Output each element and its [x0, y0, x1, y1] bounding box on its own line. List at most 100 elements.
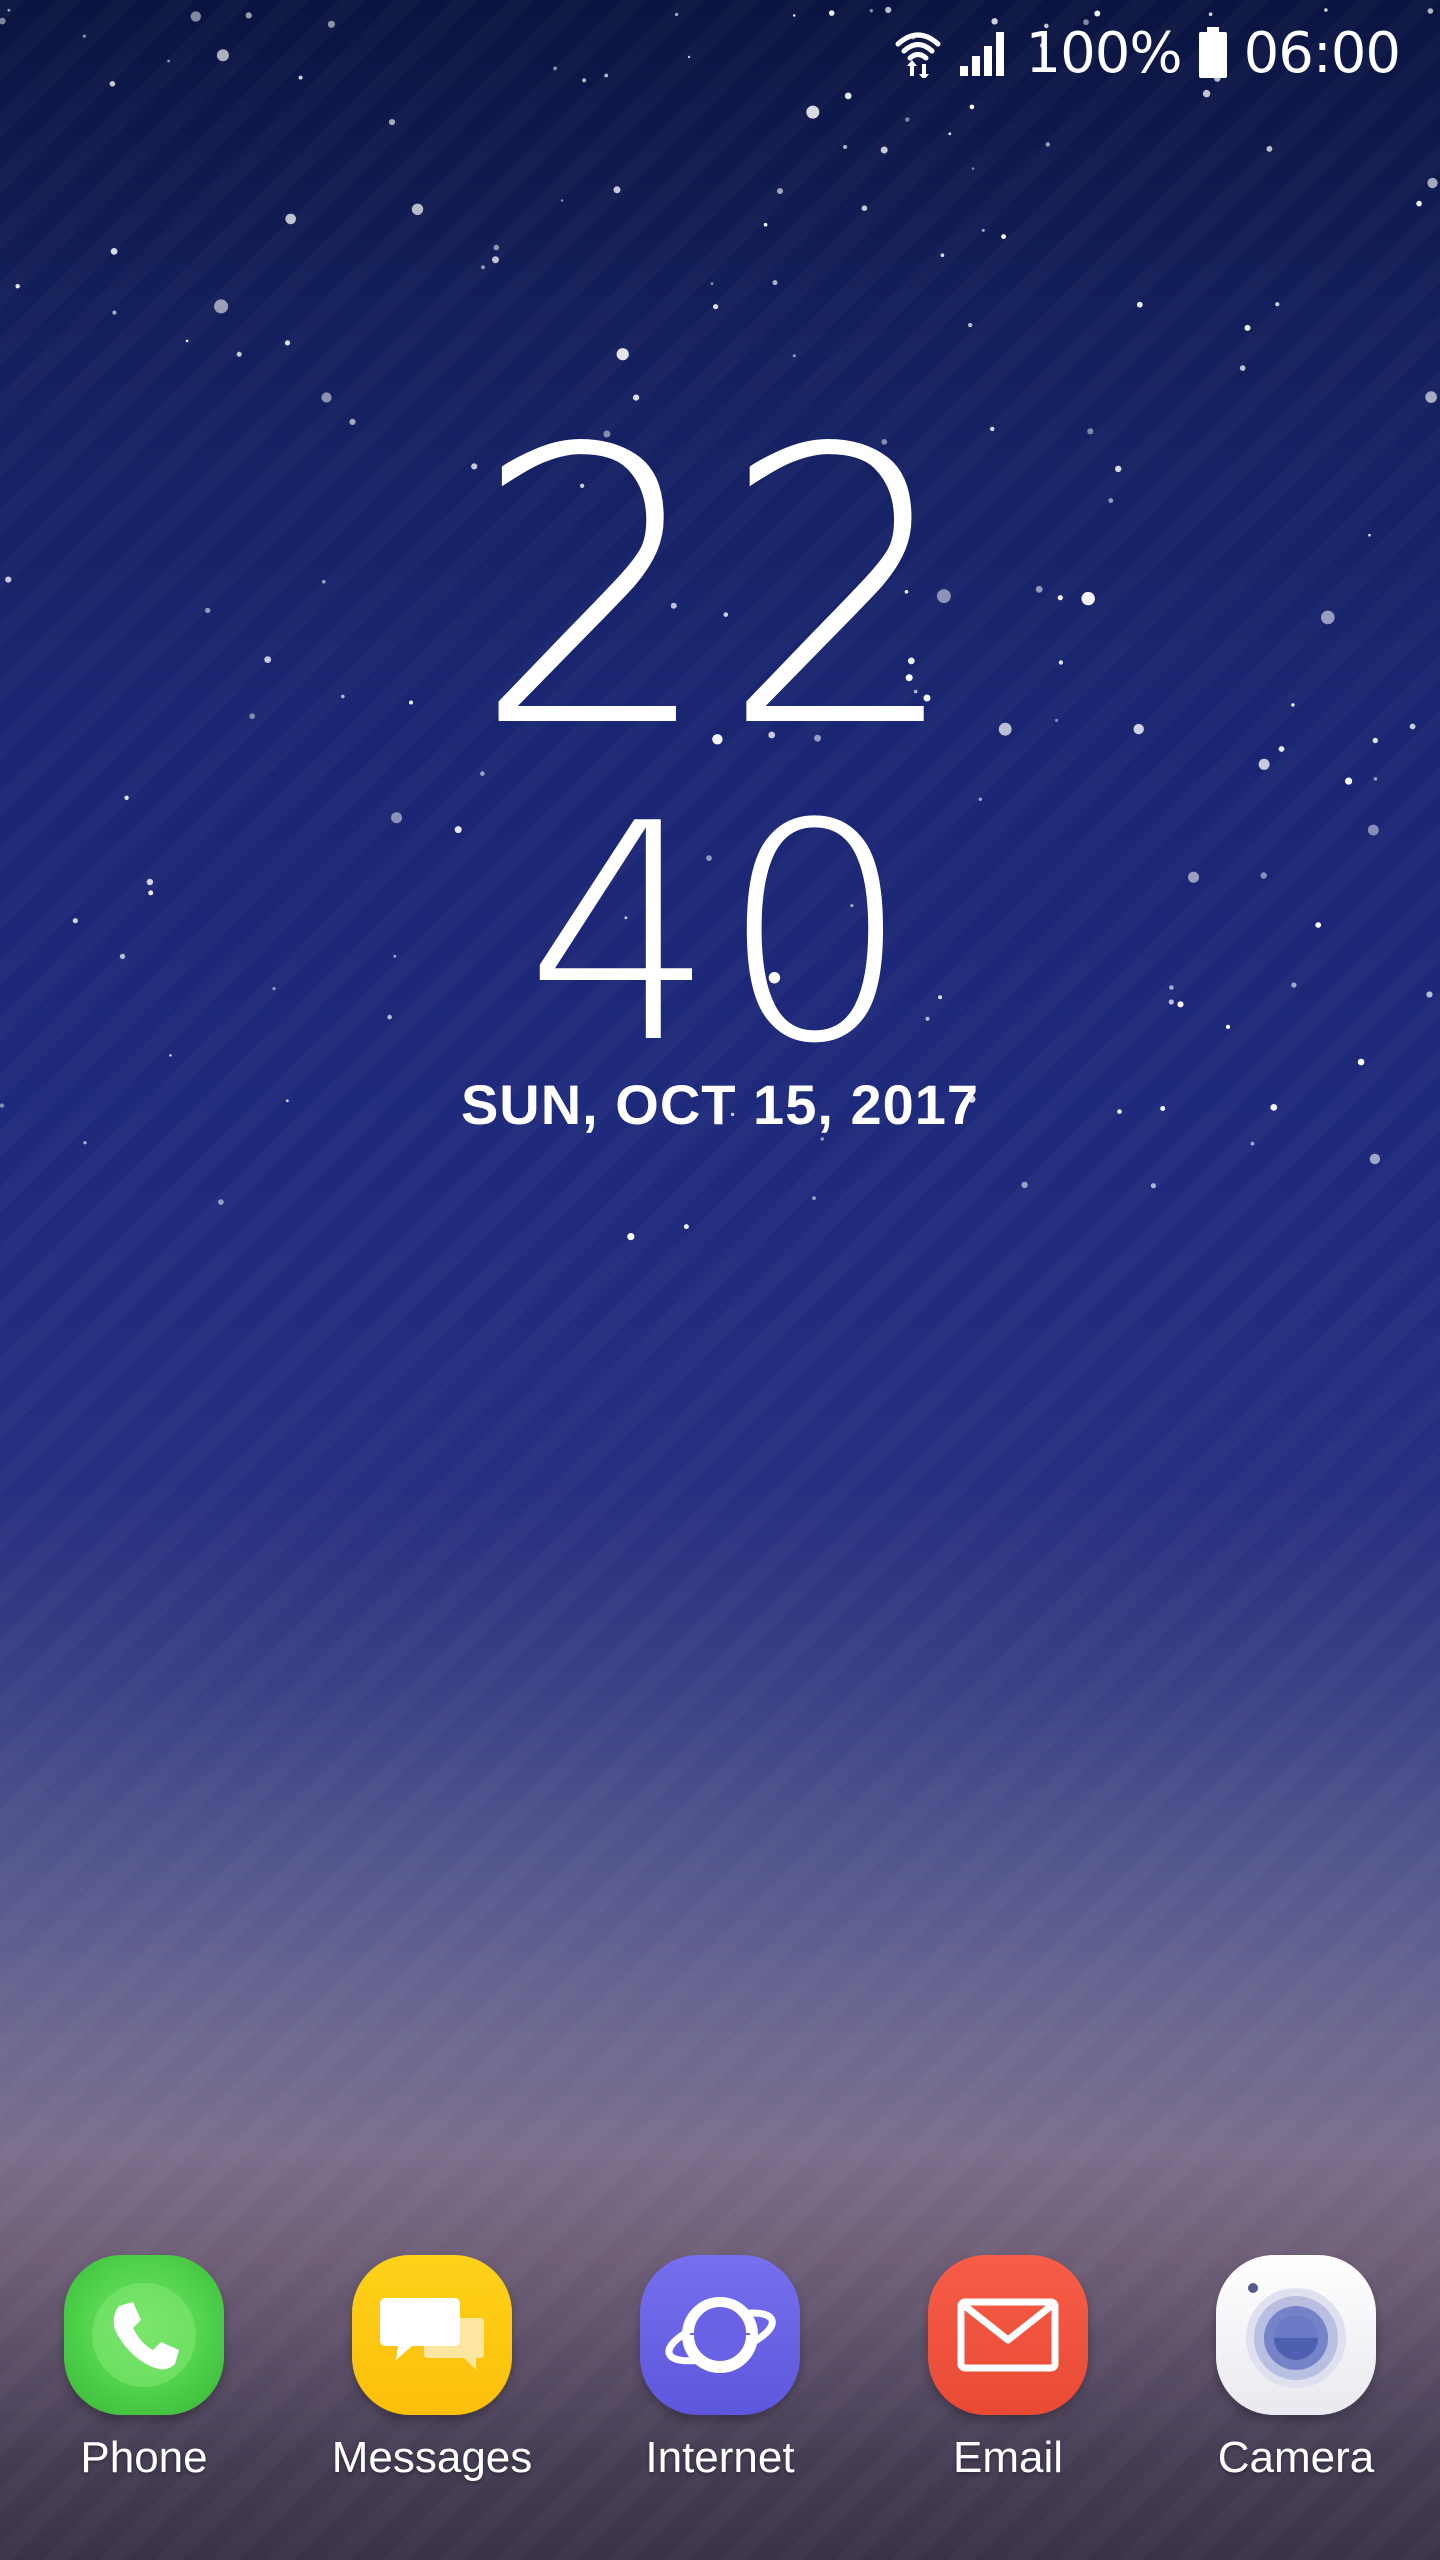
star: [492, 256, 499, 264]
star: [968, 322, 973, 328]
star: [1150, 1183, 1156, 1189]
star: [604, 73, 609, 78]
star: [167, 59, 170, 63]
app-camera-label: Camera: [1217, 2433, 1375, 2482]
star: [411, 203, 424, 215]
camera-icon[interactable]: [1216, 2255, 1376, 2415]
star: [0, 17, 6, 25]
star: [216, 49, 229, 62]
star: [710, 282, 714, 285]
app-email[interactable]: Email: [878, 2255, 1138, 2483]
battery-icon: [1198, 27, 1228, 79]
star: [812, 1196, 816, 1200]
star: [83, 1141, 87, 1145]
star: [869, 9, 873, 13]
star: [675, 12, 679, 17]
star: [1427, 177, 1438, 189]
star: [1045, 142, 1051, 147]
app-internet[interactable]: Internet: [590, 2255, 850, 2483]
star: [236, 351, 242, 357]
internet-icon[interactable]: [640, 2255, 800, 2415]
star: [777, 188, 783, 194]
star: [806, 105, 820, 119]
app-phone[interactable]: Phone: [14, 2255, 274, 2483]
star: [112, 310, 117, 315]
star: [1208, 12, 1213, 16]
star: [7, 8, 11, 12]
star: [843, 145, 848, 149]
star: [844, 92, 852, 100]
star: [627, 1233, 635, 1241]
status-time: 06:00: [1243, 20, 1401, 86]
star: [861, 205, 868, 211]
star: [190, 11, 201, 22]
star: [284, 340, 291, 346]
star: [763, 222, 768, 227]
star: [1250, 1141, 1255, 1146]
star: [1324, 8, 1328, 12]
star: [613, 186, 621, 194]
phone-icon[interactable]: [64, 2255, 224, 2415]
star: [1416, 200, 1422, 207]
clock-hours: 22: [472, 368, 968, 811]
star: [687, 55, 691, 59]
star: [1244, 324, 1251, 331]
star: [388, 119, 396, 126]
app-messages[interactable]: Messages: [302, 2255, 562, 2483]
star: [885, 6, 892, 14]
star: [1021, 1181, 1028, 1189]
star: [828, 10, 835, 16]
star: [1094, 10, 1101, 17]
star: [971, 167, 975, 170]
wifi-icon: [894, 28, 942, 78]
app-camera[interactable]: Camera: [1166, 2255, 1426, 2483]
star: [772, 280, 778, 286]
star: [110, 248, 118, 255]
star: [1136, 301, 1143, 308]
star: [1001, 234, 1006, 240]
star: [1427, 8, 1434, 14]
battery-percentage: 100%: [1025, 20, 1183, 86]
signal-icon: [958, 28, 1010, 78]
star: [793, 14, 796, 17]
star: [905, 117, 910, 122]
star: [245, 12, 252, 19]
star: [553, 66, 557, 71]
star: [713, 304, 719, 310]
star: [1266, 146, 1273, 152]
star: [285, 213, 297, 225]
messages-icon[interactable]: [352, 2255, 512, 2415]
star: [15, 284, 20, 289]
star: [981, 228, 985, 232]
app-messages-label: Messages: [331, 2433, 533, 2482]
star: [560, 199, 564, 202]
star: [327, 20, 335, 28]
star: [481, 265, 485, 270]
star: [109, 81, 116, 87]
star: [218, 1199, 224, 1205]
star: [683, 1224, 689, 1230]
star: [1239, 365, 1246, 371]
star: [616, 348, 629, 361]
star: [214, 299, 229, 314]
app-dock: Phone Messages Internet Email Camera: [0, 2255, 1440, 2515]
star: [493, 244, 500, 251]
star: [948, 132, 952, 136]
email-icon[interactable]: [928, 2255, 1088, 2415]
app-internet-label: Internet: [645, 2433, 795, 2482]
star: [1369, 1153, 1381, 1165]
lock-screen: 100% 06:00 22 40 SUN, OCT 15, 2017 Phone: [0, 0, 1440, 2560]
star: [820, 1137, 824, 1141]
clock-minutes: 40: [525, 760, 915, 1109]
star: [880, 146, 888, 154]
star: [1202, 89, 1211, 98]
star: [969, 104, 975, 110]
date-label: SUN, OCT 15, 2017: [460, 1073, 980, 1136]
status-bar: 100% 06:00: [894, 18, 1401, 88]
star: [582, 78, 587, 83]
app-phone-label: Phone: [80, 2433, 208, 2482]
star: [792, 354, 796, 358]
star: [940, 253, 945, 257]
star: [82, 34, 86, 38]
star: [1275, 302, 1280, 307]
